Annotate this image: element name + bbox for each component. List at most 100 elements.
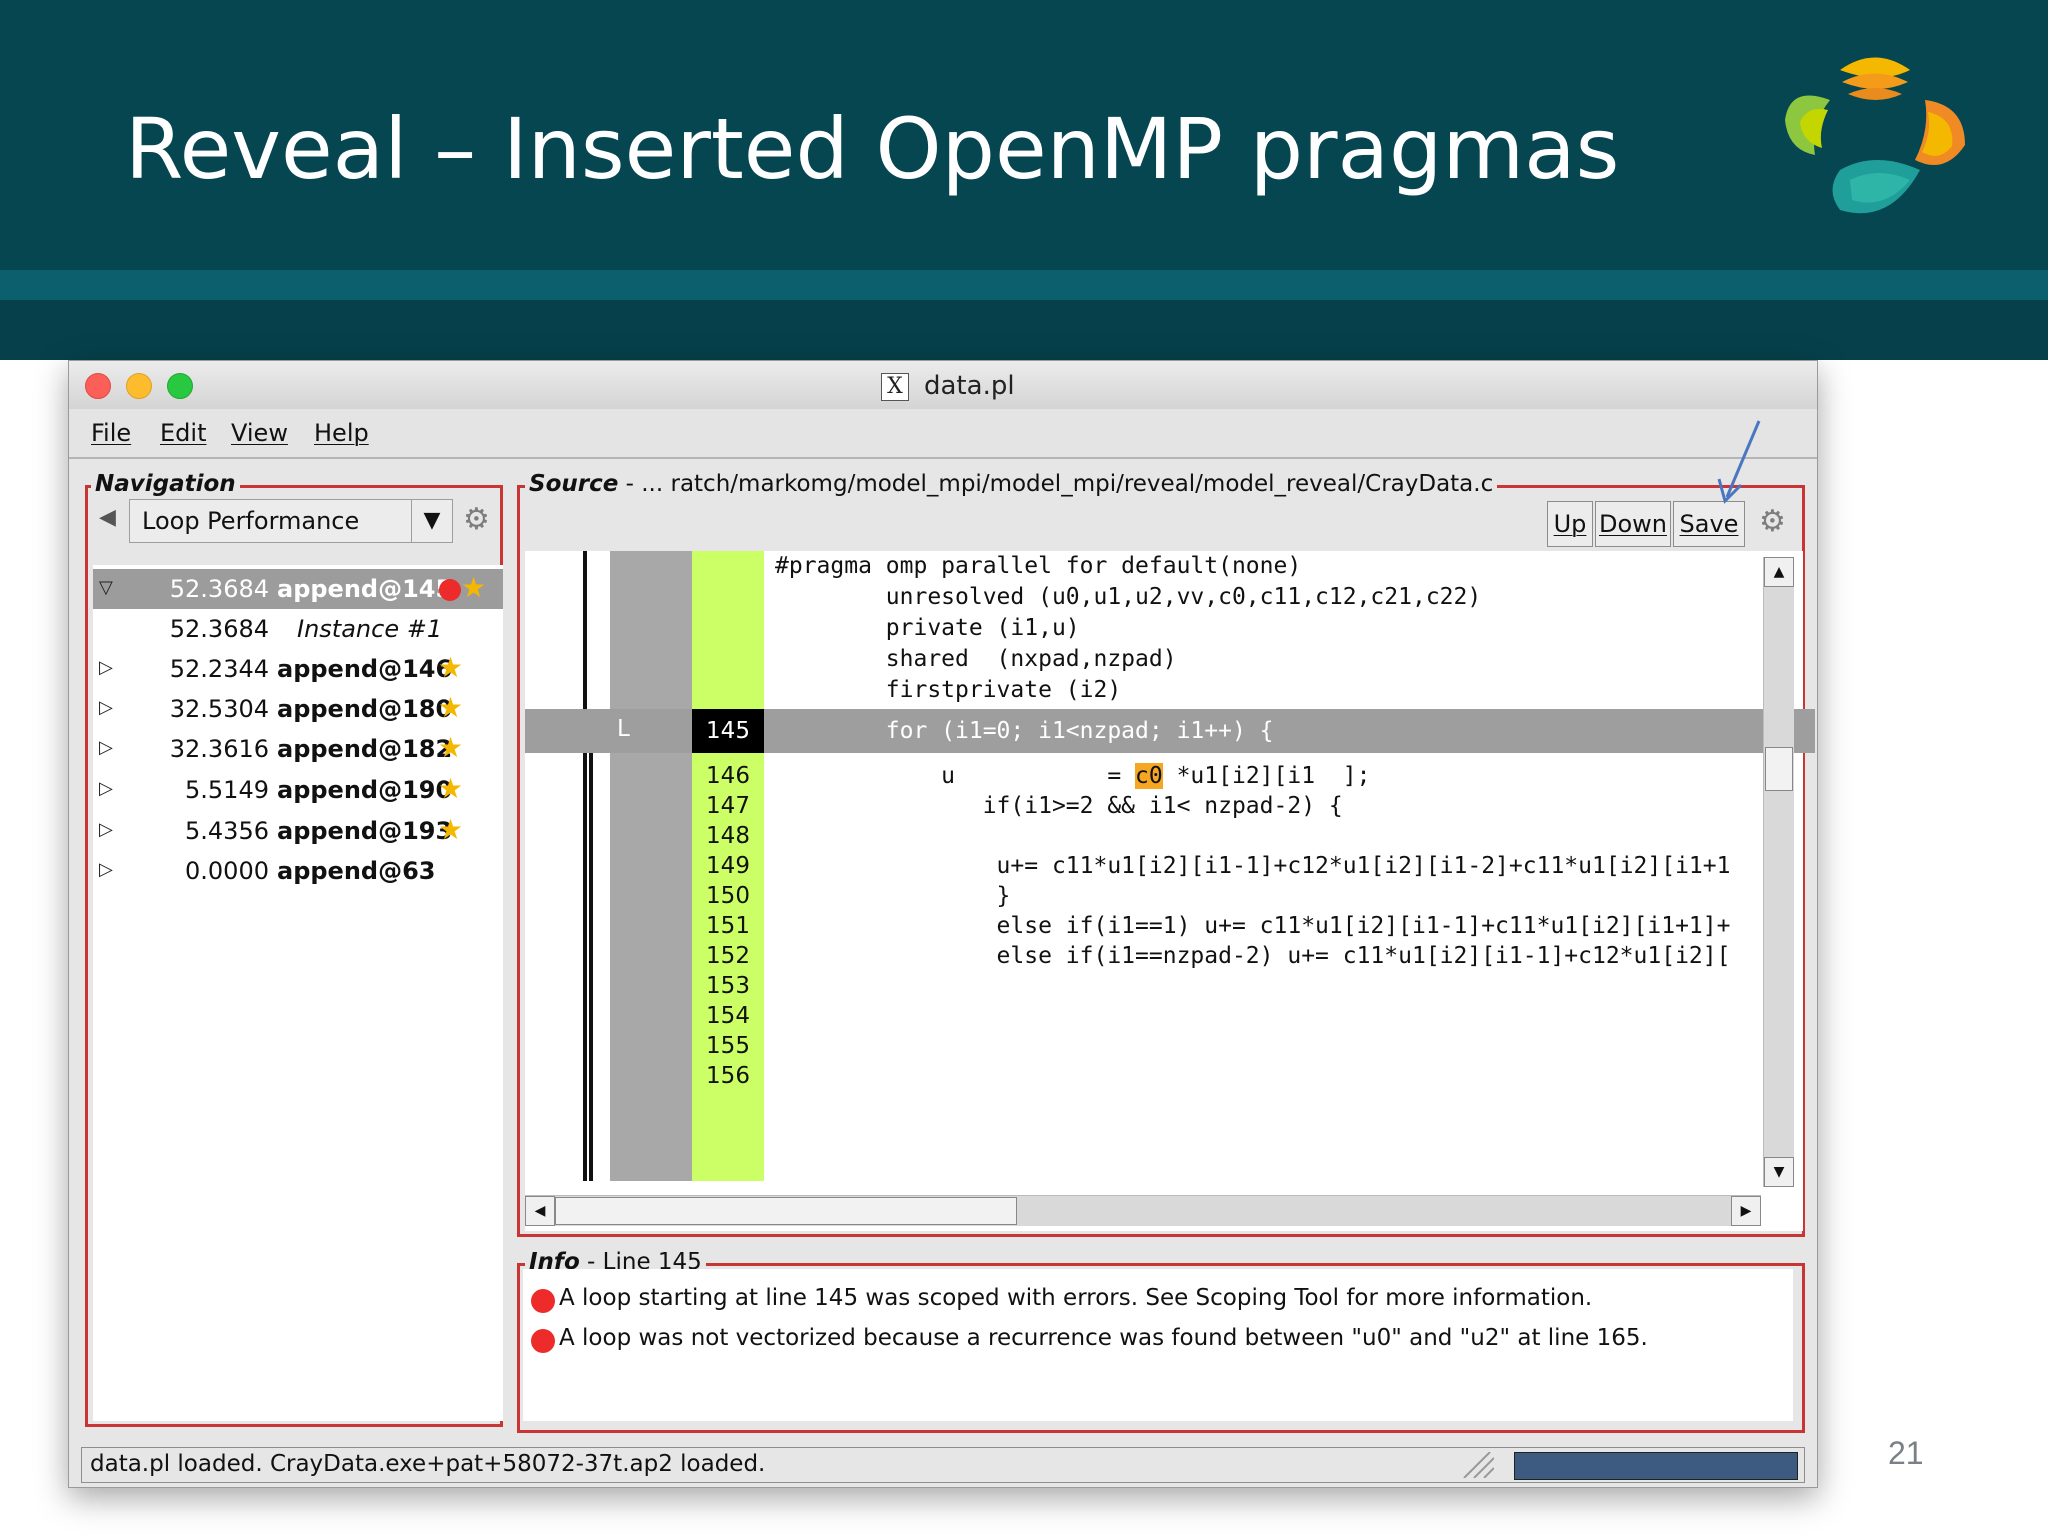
minimize-window-button[interactable] — [126, 373, 152, 399]
status-bar: data.pl loaded. CrayData.exe+pat+58072-3… — [81, 1447, 1805, 1483]
code-text: u = c0 *u1[i2][i1 ]; — [775, 763, 1371, 789]
kaust-logo-icon — [1785, 57, 1965, 214]
tree-row-append-146[interactable]: ▷ 52.2344 append@146 ★ — [93, 649, 503, 689]
scroll-thumb[interactable] — [555, 1197, 1017, 1225]
highlighted-variable: c0 — [1135, 763, 1163, 789]
line-number: 151 — [706, 913, 750, 939]
code-text: u+= c11*u1[i2][i1-1]+c12*u1[i2][i1-2]+c1… — [775, 853, 1731, 879]
menu-file[interactable]: File — [91, 419, 131, 447]
menu-view[interactable]: View — [231, 419, 288, 447]
header-stripe — [0, 270, 2048, 300]
code-line-current[interactable]: L 145 for (i1=0; i1<nzpad; i1++) { — [525, 709, 1815, 753]
horizontal-scrollbar[interactable]: ◀ ▶ — [525, 1195, 1761, 1226]
expand-triangle-icon[interactable]: ▷ — [99, 778, 113, 799]
back-arrow-icon[interactable]: ◀ — [99, 503, 116, 533]
navigation-tree: ▽ 52.3684 append@145 ★ 52.3684 Instance … — [93, 565, 503, 1421]
status-text: data.pl loaded. CrayData.exe+pat+58072-3… — [90, 1451, 766, 1477]
chevron-down-icon[interactable]: ▼ — [411, 500, 452, 542]
header-stripe — [0, 300, 2048, 360]
scroll-left-arrow-icon[interactable]: ◀ — [525, 1196, 555, 1226]
loop-name: append@63 — [277, 857, 436, 885]
line-number: 153 — [706, 973, 750, 999]
instance-name: Instance #1 — [297, 615, 443, 643]
code-line[interactable]: 154 — [525, 1001, 1815, 1031]
info-message: A loop was not vectorized because a recu… — [559, 1325, 1648, 1351]
code-line-pragma: private (i1,u) — [775, 615, 1080, 641]
code-line[interactable]: 150 } — [525, 881, 1815, 911]
line-number: 148 — [706, 823, 750, 849]
close-window-button[interactable] — [85, 373, 111, 399]
code-line-pragma: shared (nxpad,nzpad) — [775, 646, 1177, 672]
view-selector-dropdown[interactable]: Loop Performance ▼ — [129, 499, 453, 543]
scroll-down-arrow-icon[interactable]: ▼ — [1764, 1157, 1794, 1187]
menu-edit[interactable]: Edit — [160, 419, 206, 447]
tree-row-append-180[interactable]: ▷ 32.5304 append@180 ★ — [93, 689, 503, 729]
gear-icon[interactable]: ⚙ — [1759, 507, 1786, 537]
maximize-window-button[interactable] — [167, 373, 193, 399]
scroll-up-arrow-icon[interactable]: ▲ — [1764, 557, 1794, 587]
error-dot-icon — [531, 1329, 555, 1353]
star-icon: ★ — [438, 651, 464, 684]
loop-name: append@146 — [277, 655, 453, 683]
loop-time: 32.5304 — [169, 695, 269, 723]
info-content: A loop starting at line 145 was scoped w… — [523, 1269, 1793, 1421]
loop-time: 32.3616 — [169, 735, 269, 763]
tree-row-append-193[interactable]: ▷ 5.4356 append@193 ★ — [93, 811, 503, 851]
tree-row-instance[interactable]: 52.3684 Instance #1 — [93, 609, 503, 649]
scroll-right-arrow-icon[interactable]: ▶ — [1731, 1196, 1761, 1226]
menu-bar: File Edit View Help — [69, 409, 1817, 459]
expand-triangle-icon[interactable]: ▷ — [99, 737, 113, 758]
loop-name: append@180 — [277, 695, 453, 723]
code-line[interactable]: 147 if(i1>=2 && i1< nzpad-2) { — [525, 791, 1815, 821]
code-line[interactable]: 152 else if(i1==nzpad-2) u+= c11*u1[i2][… — [525, 941, 1815, 971]
code-line[interactable]: 146 u = c0 *u1[i2][i1 ]; — [525, 761, 1815, 791]
tree-row-append-145[interactable]: ▽ 52.3684 append@145 ★ — [93, 569, 503, 609]
loop-name: append@193 — [277, 817, 453, 845]
expand-triangle-icon[interactable]: ▷ — [99, 697, 113, 718]
line-number: 154 — [706, 1003, 750, 1029]
source-code-view[interactable]: #pragma omp parallel for default(none) u… — [525, 551, 1815, 1231]
slide-header: Reveal – Inserted OpenMP pragmas — [0, 0, 2048, 360]
code-line-pragma: #pragma omp parallel for default(none) — [775, 553, 1302, 579]
error-dot-icon — [439, 579, 461, 601]
scroll-thumb[interactable] — [1765, 747, 1793, 791]
tree-row-append-63[interactable]: ▷ 0.0000 append@63 — [93, 851, 503, 891]
page-number: 21 — [1888, 1435, 1924, 1471]
code-text: else if(i1==nzpad-2) u+= c11*u1[i2][i1-1… — [775, 943, 1731, 969]
code-line[interactable]: 151 else if(i1==1) u+= c11*u1[i2][i1-1]+… — [525, 911, 1815, 941]
code-line[interactable]: 148 — [525, 821, 1815, 851]
line-number: 155 — [706, 1033, 750, 1059]
menu-help[interactable]: Help — [314, 419, 369, 447]
code-line[interactable]: 155 — [525, 1031, 1815, 1061]
x11-icon: X — [881, 373, 909, 401]
code-line[interactable]: 149 u+= c11*u1[i2][i1-1]+c12*u1[i2][i1-2… — [525, 851, 1815, 881]
tree-row-append-182[interactable]: ▷ 32.3616 append@182 ★ — [93, 729, 503, 769]
down-button[interactable]: Down — [1595, 501, 1671, 547]
collapse-triangle-icon[interactable]: ▽ — [99, 577, 113, 598]
vertical-scrollbar[interactable]: ▲ ▼ — [1763, 557, 1794, 1187]
line-number: 150 — [706, 883, 750, 909]
expand-triangle-icon[interactable]: ▷ — [99, 657, 113, 678]
star-icon: ★ — [438, 772, 464, 805]
expand-triangle-icon[interactable]: ▷ — [99, 819, 113, 840]
code-line-pragma: unresolved (u0,u1,u2,vv,c0,c11,c12,c21,c… — [775, 584, 1482, 610]
line-number: 146 — [706, 763, 750, 789]
resize-grip-icon[interactable] — [1454, 1452, 1494, 1478]
loop-time: 5.5149 — [185, 776, 269, 804]
source-path: - ... ratch/markomg/model_mpi/model_mpi/… — [618, 471, 1494, 497]
arrow-annotation-icon — [1717, 420, 1761, 504]
loop-time: 5.4356 — [185, 817, 269, 845]
gear-icon[interactable]: ⚙ — [463, 505, 490, 535]
title-bar: X data.pl — [69, 361, 1817, 410]
expand-triangle-icon[interactable]: ▷ — [99, 859, 113, 880]
line-number: 145 — [692, 709, 764, 753]
slide-title: Reveal – Inserted OpenMP pragmas — [125, 100, 1620, 198]
navigation-legend: Navigation — [91, 471, 240, 497]
info-message: A loop starting at line 145 was scoped w… — [559, 1285, 1593, 1311]
code-line[interactable]: 153 — [525, 971, 1815, 1001]
tree-row-append-190[interactable]: ▷ 5.5149 append@190 ★ — [93, 770, 503, 810]
code-line[interactable]: 156 — [525, 1061, 1815, 1091]
app-window: X data.pl File Edit View Help Navigation… — [68, 360, 1818, 1488]
up-button[interactable]: Up — [1547, 501, 1593, 547]
line-number: 147 — [706, 793, 750, 819]
